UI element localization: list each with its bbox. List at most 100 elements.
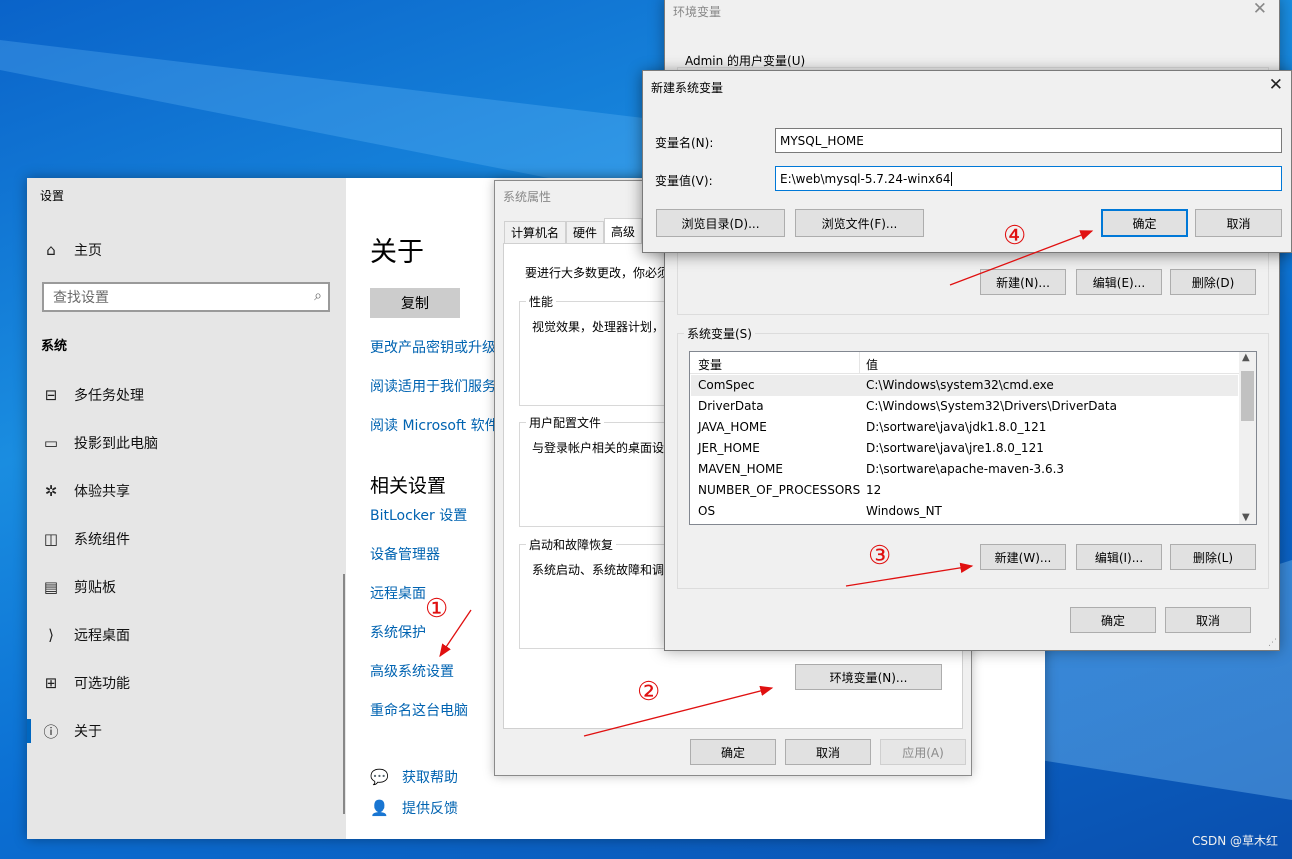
nav-item-project[interactable]: ▭ 投影到此电脑 (41, 431, 158, 455)
table-row[interactable]: ComSpec C:\Windows\system32\cmd.exe (691, 375, 1238, 396)
var-name: MAVEN_HOME (698, 462, 783, 476)
window-title: 设置 (40, 189, 65, 203)
link-system-protection[interactable]: 系统保护 (370, 622, 426, 642)
var-name: JAVA_HOME (698, 420, 767, 434)
step-4-marker: ④ (1003, 221, 1027, 251)
active-indicator (27, 719, 31, 743)
variable-name-label: 变量名(N): (655, 136, 714, 150)
link-service-agreement[interactable]: 阅读适用于我们服务 (370, 376, 496, 396)
group-text: 与登录帐户相关的桌面设 (532, 441, 665, 455)
var-name: JER_HOME (698, 441, 760, 455)
info-icon: ⓘ (43, 722, 59, 741)
link-remote-desktop[interactable]: 远程桌面 (370, 583, 426, 603)
link-rename-pc[interactable]: 重命名这台电脑 (370, 700, 468, 720)
search-icon: ⌕ (314, 288, 322, 304)
sidebar-scrollbar[interactable] (343, 574, 345, 814)
get-help-link[interactable]: 💬 获取帮助 (370, 767, 458, 787)
table-scrollbar[interactable]: ▲ ▼ (1239, 352, 1256, 524)
feedback-link[interactable]: 👤 提供反馈 (370, 798, 458, 818)
link-device-manager[interactable]: 设备管理器 (370, 544, 440, 564)
var-value: D:\sortware\apache-maven-3.6.3 (866, 462, 1065, 476)
cancel-button[interactable]: 取消 (1195, 209, 1282, 237)
multitask-icon: ⊟ (44, 386, 58, 404)
ok-button[interactable]: 确定 (690, 739, 776, 765)
system-new-button[interactable]: 新建(W)... (980, 544, 1066, 570)
browse-directory-button[interactable]: 浏览目录(D)... (656, 209, 785, 237)
browse-file-button[interactable]: 浏览文件(F)... (795, 209, 924, 237)
nav-item-label: 体验共享 (74, 484, 130, 500)
nav-item-optional-features[interactable]: ⊞ 可选功能 (41, 671, 130, 695)
variable-value-label: 变量值(V): (655, 174, 713, 188)
dialog-title: 系统属性 (503, 190, 552, 204)
tab-computer-name[interactable]: 计算机名 (504, 221, 567, 243)
variable-name-field[interactable]: MYSQL_HOME (775, 128, 1282, 153)
column-header-value[interactable]: 值 (866, 356, 878, 373)
dialog-title: 新建系统变量 (651, 81, 724, 95)
table-header: 变量 值 (690, 352, 1239, 374)
nav-item-share[interactable]: ✲ 体验共享 (41, 479, 130, 503)
search-placeholder: 查找设置 (53, 290, 109, 306)
ok-button[interactable]: 确定 (1101, 209, 1188, 237)
nav-item-about[interactable]: ⓘ 关于 (41, 719, 102, 743)
related-settings-title: 相关设置 (370, 475, 447, 497)
system-edit-button[interactable]: 编辑(I)... (1076, 544, 1162, 570)
tab-hardware[interactable]: 硬件 (566, 221, 605, 243)
var-name: ComSpec (698, 378, 755, 392)
nav-item-label: 关于 (74, 724, 102, 740)
feedback-label: 提供反馈 (402, 801, 458, 817)
copy-button[interactable]: 复制 (370, 288, 460, 318)
system-delete-button[interactable]: 删除(L) (1170, 544, 1256, 570)
environment-variables-button[interactable]: 环境变量(N)... (795, 664, 942, 690)
optional-features-icon: ⊞ (44, 674, 58, 692)
variable-value-field[interactable]: E:\web\mysql-5.7.24-winx64 (775, 166, 1282, 191)
table-row[interactable]: MAVEN_HOME D:\sortware\apache-maven-3.6.… (691, 459, 1238, 480)
scroll-down-icon[interactable]: ▼ (1242, 512, 1250, 523)
share-icon: ✲ (44, 482, 58, 500)
table-row[interactable]: DriverData C:\Windows\System32\Drivers\D… (691, 396, 1238, 417)
nav-item-label: 系统组件 (74, 532, 130, 548)
link-advanced-system-settings[interactable]: 高级系统设置 (370, 661, 454, 681)
cancel-button[interactable]: 取消 (785, 739, 871, 765)
column-divider[interactable] (859, 352, 860, 374)
nav-home[interactable]: ⌂ 主页 (41, 238, 102, 262)
nav-item-components[interactable]: ◫ 系统组件 (41, 527, 130, 551)
tab-advanced[interactable]: 高级 (604, 218, 643, 243)
user-delete-button[interactable]: 删除(D) (1170, 269, 1256, 295)
table-row[interactable]: JER_HOME D:\sortware\java\jre1.8.0_121 (691, 438, 1238, 459)
apply-button[interactable]: 应用(A) (880, 739, 966, 765)
nav-item-remote-desktop[interactable]: ⟩ 远程桌面 (41, 623, 130, 647)
table-row[interactable]: OS Windows_NT (691, 501, 1238, 522)
user-edit-button[interactable]: 编辑(E)... (1076, 269, 1162, 295)
var-value: Windows_NT (866, 504, 942, 518)
nav-item-multitask[interactable]: ⊟ 多任务处理 (41, 383, 144, 407)
search-input[interactable]: 查找设置 ⌕ (42, 282, 330, 312)
nav-item-label: 远程桌面 (74, 628, 130, 644)
resize-grip-icon[interactable]: ⋰ (1268, 638, 1277, 648)
close-icon[interactable]: ✕ (1253, 0, 1267, 19)
project-icon: ▭ (43, 434, 59, 452)
link-license-terms[interactable]: 阅读 Microsoft 软件 (370, 415, 499, 435)
feedback-icon: 👤 (370, 799, 389, 817)
close-icon[interactable]: ✕ (1269, 75, 1283, 95)
user-new-button[interactable]: 新建(N)... (980, 269, 1066, 295)
cancel-button[interactable]: 取消 (1165, 607, 1251, 633)
var-name: NUMBER_OF_PROCESSORS (698, 483, 861, 497)
components-icon: ◫ (43, 530, 59, 548)
scrollbar-thumb[interactable] (1241, 371, 1254, 421)
scroll-up-icon[interactable]: ▲ (1242, 352, 1250, 363)
system-vars-table[interactable]: 变量 值 ComSpec C:\Windows\system32\cmd.exe… (689, 351, 1257, 525)
nav-home-label: 主页 (74, 243, 102, 259)
nav-item-clipboard[interactable]: ▤ 剪贴板 (41, 575, 116, 599)
group-text: 系统启动、系统故障和调 (532, 563, 665, 577)
table-row[interactable]: JAVA_HOME D:\sortware\java\jdk1.8.0_121 (691, 417, 1238, 438)
ok-button[interactable]: 确定 (1070, 607, 1156, 633)
link-change-product-key[interactable]: 更改产品密钥或升级 (370, 337, 496, 357)
clipboard-icon: ▤ (43, 578, 59, 596)
column-header-var[interactable]: 变量 (698, 356, 722, 373)
var-value: D:\sortware\java\jdk1.8.0_121 (866, 420, 1047, 434)
home-icon: ⌂ (46, 241, 56, 259)
link-bitlocker[interactable]: BitLocker 设置 (370, 505, 467, 525)
var-value: C:\Windows\system32\cmd.exe (866, 378, 1054, 392)
table-row[interactable]: NUMBER_OF_PROCESSORS 12 (691, 480, 1238, 501)
group-text: 视觉效果，处理器计划， (532, 320, 665, 334)
